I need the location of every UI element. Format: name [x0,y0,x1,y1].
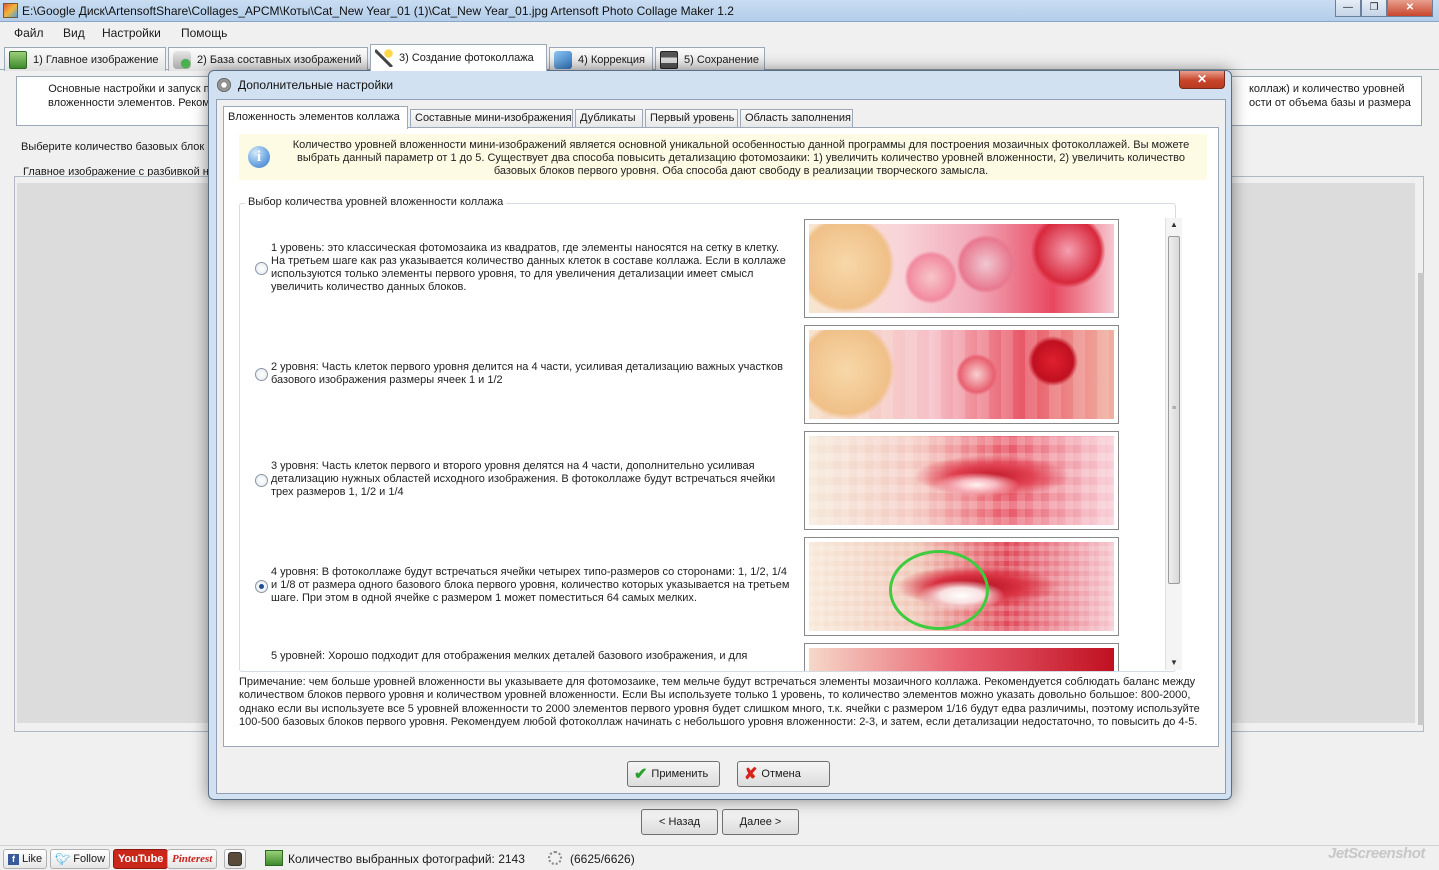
level-4-radio[interactable] [255,580,268,593]
level-5-text: 5 уровней: Хорошо подходит для отображен… [271,650,748,662]
tab-create-collage[interactable]: 3) Создание фотоколлажа [370,44,547,71]
level-3-text: 3 уровня: Часть клеток первого и второго… [271,460,776,498]
minimize-button[interactable]: — [1335,0,1361,17]
level-1-text: 1 уровень: это классическая фотомозаика … [271,242,786,293]
main-tabs: 1) Главное изображение 2) База составных… [0,44,1439,71]
level-1-image [809,224,1114,313]
level-option-5[interactable]: 5 уровней: Хорошо подходит для отображен… [240,643,1155,671]
level-5-preview [804,643,1119,671]
tab-correction[interactable]: 4) Коррекция [549,47,653,71]
next-button[interactable]: Далее > [722,809,799,835]
levels-group: Выбор количества уровней вложенности кол… [239,196,1182,672]
info-text: Количество уровней вложенности мини-изоб… [292,139,1190,177]
level-option-1[interactable]: 1 уровень: это классическая фотомозаика … [240,219,1155,323]
window-title: E:\Google Диск\ArtensoftShare\Collages_A… [22,4,734,18]
level-option-3[interactable]: 3 уровня: Часть клеток первого и второго… [240,431,1155,535]
tab-fill-area[interactable]: Область заполнения [740,109,853,128]
facebook-icon: f [8,853,19,865]
cube-icon [554,50,572,69]
maximize-button[interactable]: ❐ [1361,0,1387,17]
tab-first-level[interactable]: Первый уровень [645,109,738,128]
level-4-text: 4 уровня: В фотоколлаже будут встречатьс… [271,566,790,604]
scroll-down-arrow[interactable]: ▼ [1166,656,1182,670]
spinner-icon [548,851,562,865]
app-icon [3,3,18,18]
database-add-icon [173,50,191,69]
facebook-like-button[interactable]: f Like [3,849,48,869]
level-3-image [809,436,1114,525]
note-text: Примечание: чем больше уровней вложеннос… [239,676,1200,728]
check-icon: ✔ [634,766,648,783]
dialog-title: Дополнительные настройки [238,78,394,92]
level-3-preview [804,431,1119,530]
levels-group-label: Выбор количества уровней вложенности кол… [245,196,507,208]
level-2-preview [804,325,1119,424]
status-bar: f Like 🐦︎ Follow YouTube Pinterest Колич… [0,845,1439,870]
tab-duplicates[interactable]: Дубликаты [575,109,643,128]
progress-counter: (6625/6626) [570,852,635,866]
dialog-body: Вложенность элементов коллажа Составные … [216,99,1226,794]
instagram-icon [228,852,242,866]
watermark: JetScreenshot [1328,845,1425,862]
picture-icon [9,50,27,69]
title-bar: E:\Google Диск\ArtensoftShare\Collages_A… [0,0,1439,22]
step-description-right: коллаж) и количество уровней ости от объ… [1249,83,1411,109]
menu-bar: Файл Вид Настройки Помощь [0,22,1439,44]
gear-icon [217,78,231,92]
pinterest-button[interactable]: Pinterest [167,849,218,869]
menu-settings[interactable]: Настройки [102,26,161,40]
level-2-image [809,330,1114,419]
tab-mini-images[interactable]: Составные мини-изображения [410,109,573,128]
levels-scrollbar[interactable]: ▲ ≡ ▼ [1165,218,1182,670]
level-4-preview [804,537,1119,636]
photos-count: Количество выбранных фотографий: 2143 [288,852,525,866]
youtube-button[interactable]: YouTube [113,849,169,869]
main-image-scrollbar[interactable] [1418,273,1424,725]
info-box: i Количество уровней вложенности мини-из… [239,134,1207,180]
advanced-settings-dialog: Дополнительные настройки ✕ Вложенность э… [208,70,1232,800]
tab-nesting[interactable]: Вложенность элементов коллажа [223,106,408,129]
menu-help[interactable]: Помощь [181,26,227,40]
level-2-text: 2 уровня: Часть клеток первого уровня де… [271,361,783,386]
level-option-4[interactable]: 4 уровня: В фотоколлаже будут встречатьс… [240,537,1155,641]
magic-wand-icon [375,49,393,67]
level-1-preview [804,219,1119,318]
menu-file[interactable]: Файл [14,26,44,40]
level-1-radio[interactable] [255,262,268,275]
twitter-follow-button[interactable]: 🐦︎ Follow [50,849,111,869]
scroll-thumb[interactable]: ≡ [1168,236,1180,584]
highlight-circle [889,550,989,630]
tab-main-image[interactable]: 1) Главное изображение [4,47,166,71]
back-button[interactable]: < Назад [641,809,718,835]
photos-icon [265,850,283,866]
nesting-panel: i Количество уровней вложенности мини-из… [223,127,1219,747]
tab-image-database[interactable]: 2) База составных изображений [168,47,368,71]
choose-blocks-label: Выберите количество базовых блок [21,141,205,153]
info-icon: i [248,146,270,168]
instagram-button[interactable] [224,849,246,869]
tab-save[interactable]: 5) Сохранение [655,47,765,71]
step-description-left: Основные настройки и запуск пр вложеннос… [48,83,216,109]
level-2-radio[interactable] [255,368,268,381]
twitter-icon: 🐦︎ [55,852,71,866]
menu-view[interactable]: Вид [63,26,85,40]
floppy-disk-icon [660,50,678,69]
cross-icon: ✘ [744,766,758,783]
level-option-2[interactable]: 2 уровня: Часть клеток первого уровня де… [240,325,1155,429]
level-4-image [809,542,1114,631]
level-3-radio[interactable] [255,474,268,487]
close-button[interactable]: ✕ [1387,0,1433,17]
apply-button[interactable]: ✔ Применить [627,761,720,787]
levels-list: 1 уровень: это классическая фотомозаика … [240,214,1155,671]
scroll-grip-icon: ≡ [1172,405,1177,412]
scroll-up-arrow[interactable]: ▲ [1166,218,1182,232]
cancel-button[interactable]: ✘ Отмена [737,761,830,787]
level-5-image [809,648,1114,671]
dialog-close-button[interactable]: ✕ [1179,71,1225,89]
